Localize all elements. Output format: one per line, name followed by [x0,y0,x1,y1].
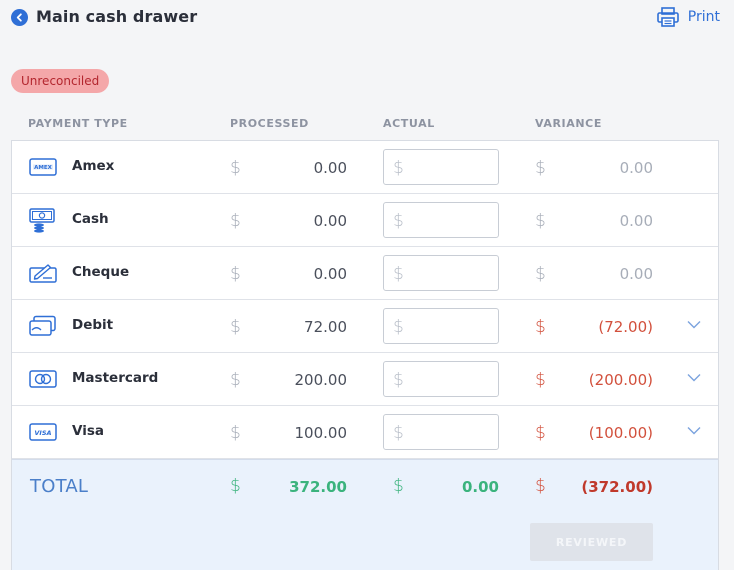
svg-text:AMEX: AMEX [34,165,52,171]
actual-amount-input[interactable] [409,154,494,180]
processed-amount: 200.00 [294,371,348,389]
currency-symbol: $ [393,317,404,337]
payment-row-amex: AMEX Amex $ 0.00 $ $ 0.00 [12,141,718,194]
processed-amount: 100.00 [294,424,348,442]
payment-type-label: Visa [72,423,104,439]
variance-amount: (200.00) [588,371,653,389]
chevron-down-icon[interactable] [687,320,701,329]
total-processed-amount: 372.00 [289,478,347,496]
debit-card-icon [29,314,57,338]
variance-amount: 0.00 [619,212,653,230]
actual-amount-field[interactable]: $ [383,414,499,450]
chevron-left-icon [16,13,22,22]
visa-card-icon: VISA [29,420,57,444]
currency-symbol: $ [393,264,404,284]
cash-icon [29,208,57,233]
svg-text:VISA: VISA [34,429,51,437]
payment-type-label: Debit [72,317,114,333]
processed-amount: 0.00 [313,212,347,230]
actual-amount-input[interactable] [409,313,494,339]
cheque-icon [29,261,57,285]
processed-amount: 0.00 [313,159,347,177]
payment-row-debit: Debit $ 72.00 $ $ (72.00) [12,300,718,353]
back-button[interactable] [11,9,28,26]
currency-symbol: $ [393,158,404,178]
currency-symbol: $ [393,423,404,443]
variance-amount: (100.00) [588,424,653,442]
column-header-processed: PROCESSED [230,117,309,130]
currency-symbol: $ [393,211,404,231]
actual-amount-input[interactable] [409,366,494,392]
page-header: Main cash drawer Print [0,0,734,40]
actual-amount-field[interactable]: $ [383,255,499,291]
processed-amount: 0.00 [313,265,347,283]
column-header-actual: ACTUAL [383,117,435,130]
actual-amount-input[interactable] [409,260,494,286]
variance-amount: 0.00 [619,159,653,177]
print-label: Print [687,9,720,25]
column-header-payment-type: PAYMENT TYPE [28,117,128,130]
payment-type-label: Cheque [72,264,130,280]
reviewed-button[interactable]: REVIEWED [530,523,653,561]
payment-row-cheque: Cheque $ 0.00 $ $ 0.00 [12,247,718,300]
chevron-down-icon[interactable] [687,373,701,382]
chevron-down-icon[interactable] [687,426,701,435]
actual-amount-input[interactable] [409,419,494,445]
payment-type-label: Cash [72,211,109,227]
actual-amount-field[interactable]: $ [383,361,499,397]
payment-type-label: Amex [72,158,115,174]
processed-amount: 72.00 [304,318,347,336]
print-button[interactable]: Print [656,7,720,27]
payment-row-cash: Cash $ 0.00 $ $ 0.00 [12,194,718,247]
actual-amount-field[interactable]: $ [383,308,499,344]
total-actual-amount: 0.00 [461,478,499,496]
status-badge: Unreconciled [11,69,110,93]
total-label: TOTAL [30,476,89,497]
currency-symbol: $ [393,370,404,390]
printer-icon [656,7,679,27]
payment-type-label: Mastercard [72,370,159,386]
total-variance-amount: (372.00) [581,478,653,496]
payment-row-visa: VISA Visa $ 100.00 $ $ (100.00) [12,406,718,459]
payments-table: AMEX Amex $ 0.00 $ $ 0.00 Cash $ 0.00 $ … [11,140,719,570]
payment-row-mastercard: Mastercard $ 200.00 $ $ (200.00) [12,353,718,406]
column-header-variance: VARIANCE [535,117,602,130]
actual-amount-field[interactable]: $ [383,202,499,238]
actual-amount-field[interactable]: $ [383,149,499,185]
page-title: Main cash drawer [36,7,198,26]
mastercard-icon [29,367,57,391]
actual-amount-input[interactable] [409,207,494,233]
amex-card-icon: AMEX [29,155,57,179]
total-row: TOTAL $ 372.00 $ 0.00 $ (372.00) REVIEWE… [12,459,718,570]
variance-amount: 0.00 [619,265,653,283]
variance-amount: (72.00) [598,318,653,336]
